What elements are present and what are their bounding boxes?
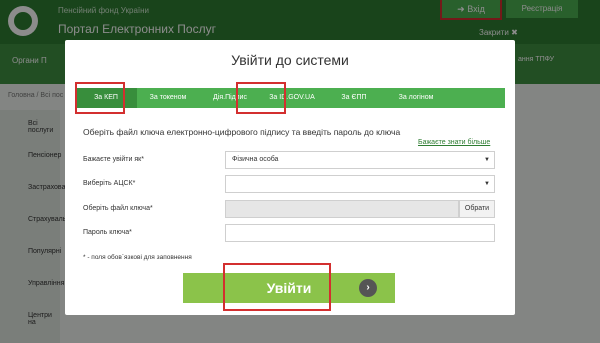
tab-token[interactable]: За токеном xyxy=(137,88,199,108)
required-note: * - поля обов`язкові для заповнення xyxy=(83,254,192,261)
login-tabs: За КЕП За токеном Дія.Підпис За ID.GOV.U… xyxy=(75,88,505,108)
choose-file-button[interactable]: Обрати xyxy=(459,200,495,218)
learn-more-link[interactable]: Бажаєте знати більше xyxy=(418,139,490,146)
key-prompt: Оберіть файл ключа електронно-цифрового … xyxy=(83,127,401,137)
login-as-value: Фізична особа xyxy=(232,156,279,163)
tab-login[interactable]: За логіном xyxy=(385,88,447,108)
modal-title: Увійти до системи xyxy=(231,52,349,68)
chevron-right-icon: › xyxy=(359,279,377,297)
acsk-select[interactable]: ▼ xyxy=(225,175,495,193)
login-as-select[interactable]: Фізична особа ▼ xyxy=(225,151,495,169)
highlight-kep xyxy=(75,82,125,114)
tab-epp[interactable]: За ЄПП xyxy=(323,88,385,108)
highlight-diia xyxy=(236,82,286,114)
password-field[interactable] xyxy=(225,224,495,242)
chevron-down-icon: ▼ xyxy=(484,181,490,187)
acsk-label: Виберіть АЦСК* xyxy=(83,180,136,187)
login-modal: Увійти до системи За КЕП За токеном Дія.… xyxy=(65,40,515,315)
highlight-submit xyxy=(223,263,331,311)
login-as-label: Бажаєте увійти як* xyxy=(83,156,144,163)
key-file-field[interactable] xyxy=(225,200,459,218)
key-file-label: Оберіть файл ключа* xyxy=(83,205,153,212)
chevron-down-icon: ▼ xyxy=(484,157,490,163)
password-label: Пароль ключа* xyxy=(83,229,132,236)
